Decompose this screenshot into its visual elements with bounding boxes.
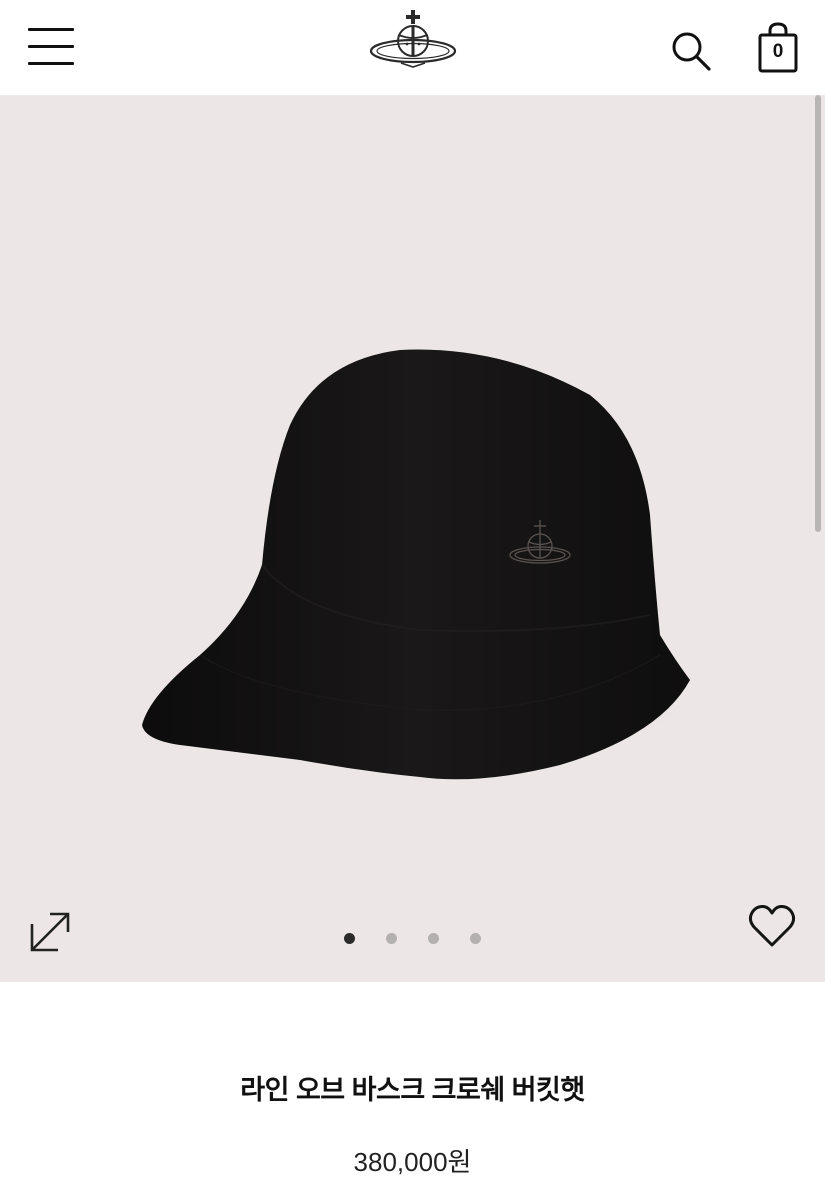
product-name: 라인 오브 바스크 크로쉐 버킷햇	[240, 1075, 585, 1105]
carousel-dots	[338, 933, 488, 945]
scrollbar-thumb[interactable]	[815, 95, 821, 532]
shopping-bag-button[interactable]: 0	[757, 22, 799, 74]
orb-logo-icon[interactable]	[368, 8, 458, 70]
carousel-dot-2[interactable]	[386, 933, 397, 944]
product-image-gallery[interactable]	[0, 95, 825, 982]
top-header: 0	[0, 0, 825, 95]
share-external-icon[interactable]	[28, 910, 72, 954]
product-page: 0 라인 오브 바스크 크로쉐 버킷햇 380,000원	[0, 0, 825, 1200]
hamburger-menu-icon[interactable]	[28, 26, 76, 68]
carousel-dot-1[interactable]	[344, 933, 355, 944]
heart-outline-icon[interactable]	[748, 903, 796, 949]
carousel-dot-4[interactable]	[470, 933, 481, 944]
bucket-hat-product-image[interactable]	[0, 95, 825, 982]
product-price: 380,000원	[353, 1147, 472, 1177]
carousel-dot-3[interactable]	[428, 933, 439, 944]
search-icon[interactable]	[670, 30, 712, 72]
cart-count-badge: 0	[772, 41, 784, 62]
